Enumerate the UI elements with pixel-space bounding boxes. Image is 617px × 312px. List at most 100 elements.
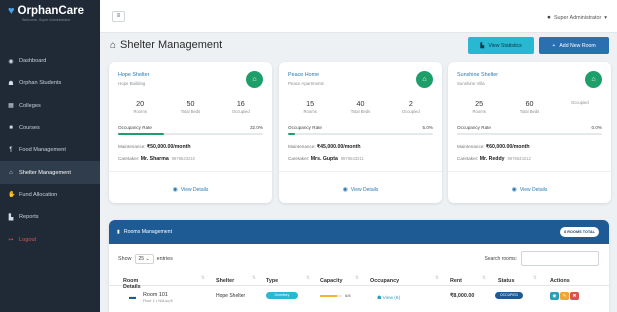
users-icon: ☗: [8, 80, 14, 87]
chevron-down-icon: ⌄: [145, 256, 150, 262]
caretaker-label: Caretaker:: [118, 156, 140, 161]
sidebar-item-fund-allocation[interactable]: ✋ Fund Allocation: [0, 184, 100, 206]
sort-icon: ⇅: [435, 275, 439, 280]
shelter-card: Hope Shelter Hope Building ⌂ 20 Rooms 50 T…: [109, 62, 272, 203]
view-button[interactable]: ◉: [550, 292, 559, 300]
topbar: ≡ ● Super Administrator ▾: [100, 0, 617, 33]
caretaker-phone: 9876543210: [171, 156, 195, 161]
view-details-link[interactable]: ◉ View Details: [109, 186, 272, 193]
page-size-value: 25: [138, 256, 145, 262]
occupancy-rate-row: Occupancy Rate 0.0%: [457, 125, 602, 130]
page-title-text: Shelter Management: [120, 39, 223, 51]
hamburger-icon: ≡: [116, 13, 121, 19]
chart-icon: ▙: [480, 42, 485, 49]
occupancy-rate-row: Occupancy Rate 5.0%: [288, 125, 433, 130]
utensils-icon: ¶: [9, 147, 13, 154]
delete-button[interactable]: ✖: [570, 292, 579, 300]
rooms-search: Search rooms:: [484, 251, 599, 266]
rooms-count: 25: [475, 99, 484, 108]
maintenance-amount: ₹50,000.00/month: [146, 144, 191, 150]
shelter-card: Sunshine Shelter Sunshine Villa ⌂ 25 Room…: [448, 62, 611, 203]
chart-icon: ▙: [8, 214, 14, 221]
sidebar-item-food-management[interactable]: ¶ Food Management: [0, 139, 100, 161]
rooms-total-badge: 8 ROOMS TOTAL: [560, 227, 599, 237]
view-details-link[interactable]: ◉ View Details: [279, 186, 442, 193]
view-statistics-button[interactable]: ▙ View Statistics: [468, 37, 534, 54]
user-circle-icon: ●: [547, 14, 551, 21]
occupancy-rate-row: Occupancy Rate 32.0%: [118, 125, 263, 130]
edit-button[interactable]: ✎: [560, 292, 569, 300]
total-beds-count: 50: [186, 99, 195, 108]
sort-icon: ⇅: [252, 275, 256, 280]
trash-icon: ✖: [572, 293, 577, 298]
occupancy-progress-bar: [118, 133, 263, 135]
search-input[interactable]: [521, 251, 599, 266]
shelter-name[interactable]: Sunshine Shelter: [457, 72, 498, 78]
sidebar-item-label: Fund Allocation: [19, 191, 58, 198]
page-size-select[interactable]: 25 ⌄: [134, 254, 154, 264]
table-controls: Show 25 ⌄ entries Search rooms:: [109, 244, 609, 272]
eye-icon: ◉: [172, 187, 178, 193]
caretaker-phone: 9876543212: [507, 156, 531, 161]
occupancy-rate-value: 32.0%: [249, 125, 263, 130]
sidebar-item-logout[interactable]: ↦ Logout: [0, 228, 100, 250]
sidebar-item-dashboard[interactable]: ◉ Dashboard: [0, 50, 100, 72]
caretaker-label: Caretaker:: [457, 156, 479, 161]
total-beds-label: Total Beds: [350, 109, 371, 114]
maintenance-amount: ₹60,000.00/month: [485, 144, 530, 150]
caretaker-line: Caretaker: Mr. Sharma 9876543210: [118, 156, 195, 162]
caretaker-label: Caretaker:: [288, 156, 310, 161]
shelter-building: Sunshine Villa: [457, 81, 485, 86]
sidebar-item-reports[interactable]: ▙ Reports: [0, 206, 100, 228]
room-shelter: Hope Shelter: [216, 293, 246, 299]
search-label: Search rooms:: [484, 255, 517, 262]
sidebar-item-shelter-management[interactable]: ⌂ Shelter Management: [0, 161, 100, 184]
sidebar-item-courses[interactable]: ■ Courses: [0, 117, 100, 139]
app-name[interactable]: OrphanCare: [18, 5, 84, 17]
occupied-label: Occupied: [570, 100, 589, 105]
home-icon: ⌂: [416, 71, 433, 88]
rooms-management-panel: ▮ Rooms Management 8 ROOMS TOTAL Show 25…: [109, 220, 609, 312]
total-beds-count: 40: [356, 99, 365, 108]
maintenance-label: Maintenance:: [288, 144, 316, 149]
rooms-label: Rooms: [303, 109, 317, 114]
sidebar-item-label: Courses: [19, 125, 40, 132]
shelter-stats: 15 Rooms 40 Total Beds 2 Occupied: [285, 99, 436, 114]
view-occupants-link[interactable]: ☗ View (6): [377, 296, 400, 301]
rooms-count: 20: [136, 99, 145, 108]
college-icon: ▦: [8, 103, 14, 110]
sidebar-item-label: Reports: [19, 214, 39, 221]
sort-icon: ⇅: [355, 275, 359, 280]
sidebar-item-orphan-students[interactable]: ☗ Orphan Students: [0, 72, 100, 94]
occupancy-progress-fill: [118, 133, 165, 135]
add-new-room-button[interactable]: + Add New Room: [539, 37, 609, 54]
occupancy-rate-value: 0.0%: [591, 125, 602, 130]
view-details-label: View Details: [519, 187, 548, 193]
occupancy-rate-label: Occupancy Rate: [118, 125, 152, 130]
sidebar-nav: ◉ Dashboard ☗ Orphan Students ▦ Colleges ■ C…: [0, 50, 100, 251]
add-new-room-label: Add New Room: [559, 42, 596, 49]
shelter-name[interactable]: Peace Home: [288, 72, 319, 78]
occupancy-progress-bar: [288, 133, 433, 135]
occupied-count: 16: [236, 99, 245, 108]
occupied-count: 2: [408, 99, 413, 108]
user-menu[interactable]: ● Super Administrator ▾: [547, 14, 607, 21]
rooms-label: Rooms: [472, 109, 486, 114]
room-floor: Floor 1 • N/A sq ft: [143, 299, 173, 303]
rooms-count: 15: [306, 99, 315, 108]
maintenance-line: Maintenance: ₹60,000.00/month: [457, 144, 530, 150]
home-icon: ⌂: [585, 71, 602, 88]
maintenance-label: Maintenance:: [118, 144, 146, 149]
view-details-link[interactable]: ◉ View Details: [448, 186, 611, 193]
total-beds-label: Total Beds: [180, 109, 201, 114]
menu-toggle-button[interactable]: ≡: [112, 11, 125, 22]
shelter-building: Peace Apartments: [288, 81, 324, 86]
sidebar-item-label: Colleges: [19, 102, 41, 109]
sidebar-item-label: Dashboard: [19, 58, 47, 65]
rooms-panel-header: ▮ Rooms Management 8 ROOMS TOTAL: [109, 220, 609, 244]
total-beds-count: 60: [525, 99, 534, 108]
sidebar-item-colleges[interactable]: ▦ Colleges: [0, 95, 100, 117]
table-header: Room Details ⇅ Shelter ⇅ Type ⇅ Capacity…: [109, 272, 609, 290]
shelter-name[interactable]: Hope Shelter: [118, 72, 149, 78]
sidebar-item-label: Shelter Management: [19, 169, 71, 176]
